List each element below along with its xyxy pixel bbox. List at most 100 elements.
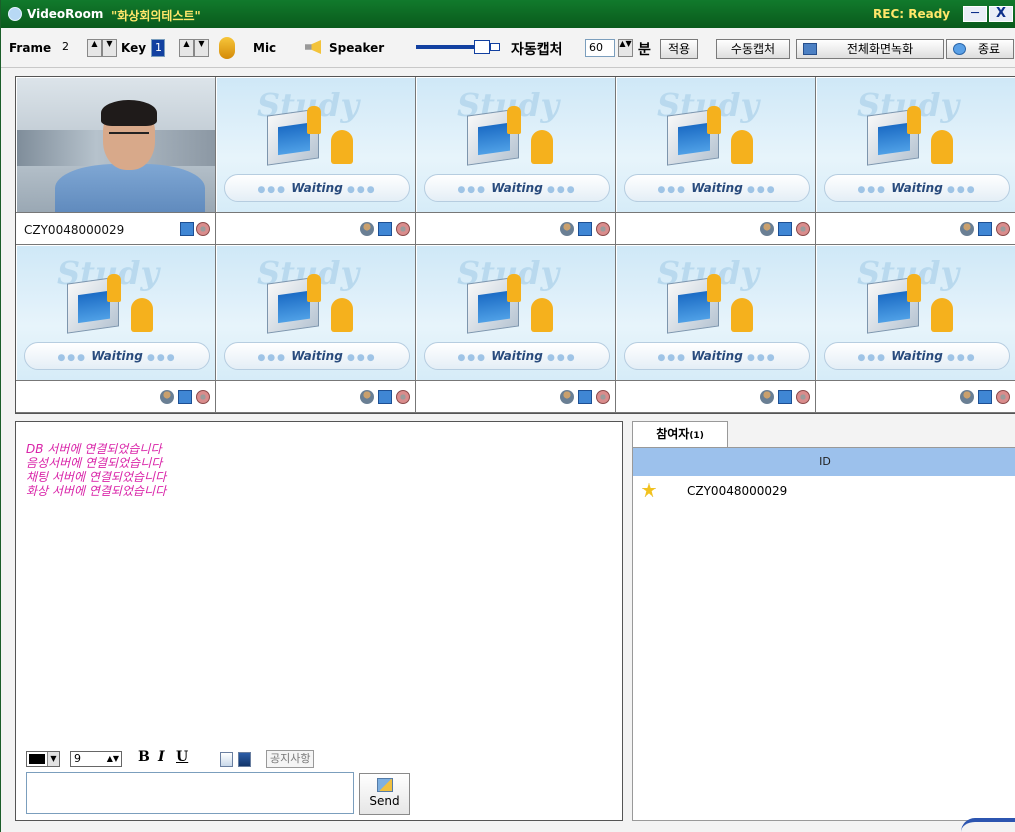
video-slot-4[interactable]: Study ●●● Waiting ●●● [616,77,816,245]
camera-icon[interactable] [396,222,410,236]
monitor-icon[interactable] [378,390,392,404]
waiting-screen: Study ●●● Waiting ●●● [617,246,815,380]
monitor-icon[interactable] [578,390,592,404]
monitor-icon[interactable] [578,222,592,236]
user-icon[interactable] [560,222,574,236]
video-slot-5[interactable]: Study ●●● Waiting ●●● [816,77,1015,245]
manual-capture-button[interactable]: 수동캡처 [716,39,790,59]
video-slot-7[interactable]: Study ●●● Waiting ●●● [216,245,416,413]
user-icon[interactable] [760,222,774,236]
user-icon[interactable] [960,222,974,236]
monitor-icon[interactable] [978,390,992,404]
figure-small [907,274,921,302]
mic-icon[interactable] [219,37,235,59]
camera-icon[interactable] [796,222,810,236]
monitor-icon[interactable] [778,222,792,236]
monitor-icon[interactable] [978,222,992,236]
frame-spinner-down[interactable]: ▼ [102,39,117,57]
videoroom-window: VideoRoom "화상회의테스트" REC: Ready ─ X Frame… [0,0,1015,832]
user-icon[interactable] [360,222,374,236]
user-icon[interactable] [560,390,574,404]
volume-slider-track[interactable] [416,45,476,49]
tab-participants[interactable]: 참여자(1) [632,421,728,447]
camera-icon[interactable] [196,390,210,404]
exit-button[interactable]: 종료 [946,39,1014,59]
waiting-bar: ●●● Waiting ●●● [824,342,1010,370]
monitor-icon[interactable] [178,390,192,404]
font-size-select[interactable]: 9 ▲▼ [70,751,122,767]
close-button[interactable]: X [989,6,1013,22]
camera-icon[interactable] [996,390,1010,404]
chat-message: 음성서버에 연결되었습니다 [26,456,163,470]
key-spinner-up[interactable]: ▲ [179,39,194,57]
camera-icon[interactable] [396,390,410,404]
user-icon[interactable] [760,390,774,404]
minimize-button[interactable]: ─ [963,6,987,22]
new-document-icon[interactable] [220,752,233,767]
person-glasses [109,132,149,140]
waiting-bar: ●●● Waiting ●●● [424,342,610,370]
waiting-bar: ●●● Waiting ●●● [424,174,610,202]
minute-label: 분 [638,42,651,58]
chat-message: DB 서버에 연결되었습니다 [26,442,162,456]
slot-info-bar [816,380,1015,412]
key-value[interactable]: 1 [151,39,165,57]
send-button[interactable]: Send [359,773,410,815]
slot-info-bar [816,212,1015,244]
slot-info-bar [216,212,415,244]
figure-large [331,130,353,164]
waiting-screen: Study ●●● Waiting ●●● [817,78,1015,212]
user-icon[interactable] [960,390,974,404]
figure-small [307,106,321,134]
camera-icon[interactable] [996,222,1010,236]
speaker-icon[interactable] [305,40,321,54]
column-header-id[interactable]: ID [633,448,1015,476]
speaker-label: Speaker [329,41,385,55]
monitor-icon[interactable] [778,390,792,404]
apply-button[interactable]: 적용 [660,39,698,59]
figure-small [107,274,121,302]
video-slot-2[interactable]: Study ●●● Waiting ●●● [216,77,416,245]
camera-icon[interactable] [596,222,610,236]
figure-large [931,130,953,164]
figure-large [131,298,153,332]
monitor-icon[interactable] [378,222,392,236]
waiting-text: Waiting [891,181,943,195]
camera-icon[interactable] [796,390,810,404]
pencil-icon [376,778,393,792]
camera-icon[interactable] [596,390,610,404]
list-item[interactable]: CZY0048000029 [633,480,1015,502]
slot-user-id: CZY0048000029 [24,223,125,237]
bold-button[interactable]: B [138,749,150,765]
video-slot-6[interactable]: Study ●●● Waiting ●●● [16,245,216,413]
camera-icon[interactable] [196,222,210,236]
waiting-screen: Study ●●● Waiting ●●● [217,78,415,212]
auto-capture-spinner[interactable]: ▲▼ [618,39,633,57]
video-slot-9[interactable]: Study ●●● Waiting ●●● [616,245,816,413]
app-name: VideoRoom [27,7,104,21]
monitor-icon[interactable] [180,222,194,236]
save-icon[interactable] [238,752,251,767]
chat-input[interactable] [26,772,354,814]
frame-spinner-up[interactable]: ▲ [87,39,102,57]
user-icon[interactable] [160,390,174,404]
video-slot-10[interactable]: Study ●●● Waiting ●●● [816,245,1015,413]
camera-feed [17,78,215,212]
notice-button[interactable]: 공지사항 [266,750,315,768]
fullscreen-record-button[interactable]: 전체화면녹화 [796,39,944,59]
waiting-bar: ●●● Waiting ●●● [224,342,410,370]
video-slot-3[interactable]: Study ●●● Waiting ●●● [416,77,616,245]
frame-value[interactable]: 2 [59,39,81,57]
video-slot-8[interactable]: Study ●●● Waiting ●●● [416,245,616,413]
mic-label: Mic [253,41,277,55]
underline-button[interactable]: U [176,749,188,765]
app-icon [8,7,22,21]
volume-slider-thumb[interactable] [474,40,490,54]
user-icon[interactable] [360,390,374,404]
auto-capture-value[interactable]: 60 [585,39,615,57]
font-color-select[interactable]: ▼ [26,751,60,767]
video-slot-1[interactable]: CZY0048000029 [16,77,216,245]
figure-small [307,274,321,302]
italic-button[interactable]: I [158,749,165,765]
key-spinner-down[interactable]: ▼ [194,39,209,57]
